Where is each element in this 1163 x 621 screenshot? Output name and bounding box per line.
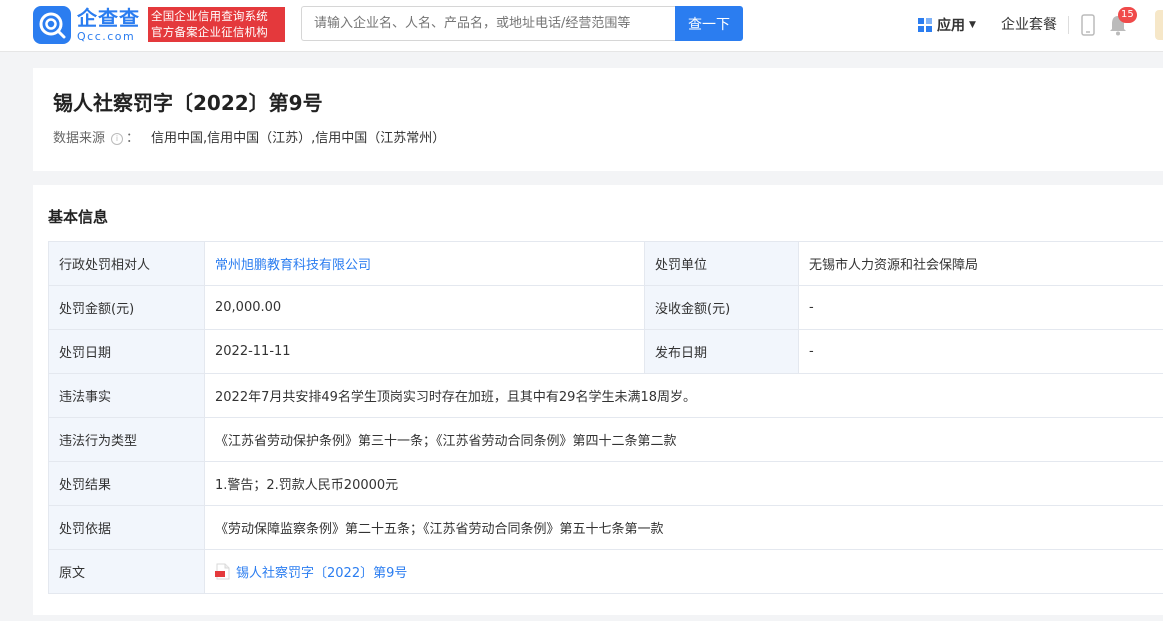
table-row: 处罚依据 《劳动保障监察条例》第二十五条；《江苏省劳动合同条例》第五十七条第一款	[48, 505, 1163, 550]
mobile-phone-icon[interactable]	[1081, 14, 1095, 36]
apps-grid-icon	[918, 18, 932, 32]
value-cell: 2022-11-11	[204, 329, 645, 374]
table-row: 行政处罚相对人 常州旭鹏教育科技有限公司 处罚单位 无锡市人力资源和社会保障局	[48, 241, 1163, 286]
enterprise-suite-link[interactable]: 企业套餐	[1001, 15, 1057, 35]
logo-sub: Qcc.com	[77, 30, 136, 43]
slogan-line-1: 全国企业信用查询系统	[151, 9, 268, 23]
label-cell: 处罚金额(元)	[48, 285, 205, 330]
top-header: 企查查 Qcc.com 全国企业信用查询系统 官方备案企业征信机构 查一下 应用…	[0, 0, 1163, 52]
label-cell: 原文	[48, 549, 205, 594]
table-row: 原文 锡人社察罚字〔2022〕第9号	[48, 549, 1163, 594]
value-cell: 锡人社察罚字〔2022〕第9号	[204, 549, 1163, 594]
label-cell: 处罚日期	[48, 329, 205, 374]
qcc-logo[interactable]: 企查查 Qcc.com	[33, 6, 143, 44]
vip-avatar-edge[interactable]	[1155, 10, 1163, 40]
source-colon: ：	[126, 131, 140, 146]
label-cell: 处罚结果	[48, 461, 205, 506]
label-cell: 发布日期	[644, 329, 799, 374]
value-cell: 无锡市人力资源和社会保障局	[798, 241, 1163, 286]
original-document-link[interactable]: 锡人社察罚字〔2022〕第9号	[236, 566, 407, 581]
section-title: 基本信息	[48, 208, 109, 226]
value-cell: -	[798, 329, 1163, 374]
info-icon[interactable]: i	[111, 133, 124, 145]
value-cell: 常州旭鹏教育科技有限公司	[204, 241, 645, 286]
label-cell: 处罚单位	[644, 241, 799, 286]
table-row: 处罚日期 2022-11-11 发布日期 -	[48, 329, 1163, 374]
basic-info-card: 基本信息 行政处罚相对人 常州旭鹏教育科技有限公司 处罚单位 无锡市人力资源和社…	[33, 185, 1163, 615]
table-row: 处罚金额(元) 20,000.00 没收金额(元) -	[48, 285, 1163, 330]
source-value: 信用中国,信用中国（江苏）,信用中国（江苏常州）	[151, 131, 446, 146]
value-cell: 2022年7月共安排49名学生顶岗实习时存在加班，且其中有29名学生未满18周岁…	[204, 373, 1163, 418]
value-cell: 1.警告；2.罚款人民币20000元	[204, 461, 1163, 506]
apps-label: 应用	[937, 18, 965, 34]
value-cell: 《江苏省劳动保护条例》第三十一条；《江苏省劳动合同条例》第四十二条第二款	[204, 417, 1163, 462]
qcc-logo-icon	[33, 6, 71, 44]
company-link[interactable]: 常州旭鹏教育科技有限公司	[215, 258, 371, 273]
label-cell: 处罚依据	[48, 505, 205, 550]
table-row: 处罚结果 1.警告；2.罚款人民币20000元	[48, 461, 1163, 506]
table-row: 违法事实 2022年7月共安排49名学生顶岗实习时存在加班，且其中有29名学生未…	[48, 373, 1163, 418]
label-cell: 违法事实	[48, 373, 205, 418]
label-cell: 行政处罚相对人	[48, 241, 205, 286]
apps-menu[interactable]: 应用 ▼	[918, 15, 976, 35]
header-divider	[1068, 16, 1069, 34]
source-label: 数据来源	[53, 131, 106, 146]
slogan-line-2: 官方备案企业征信机构	[151, 25, 268, 39]
search-button[interactable]: 查一下	[675, 6, 743, 41]
value-cell: -	[798, 285, 1163, 330]
data-source-row: 数据来源 i ： 信用中国,信用中国（江苏）,信用中国（江苏常州）	[53, 130, 445, 148]
title-card: 锡人社察罚字〔2022〕第9号 数据来源 i ： 信用中国,信用中国（江苏）,信…	[33, 68, 1163, 171]
logo-text: 企查查	[77, 6, 140, 30]
search-input[interactable]	[301, 6, 675, 41]
value-cell: 20,000.00	[204, 285, 645, 330]
label-cell: 没收金额(元)	[644, 285, 799, 330]
pdf-file-icon	[215, 563, 230, 580]
slogan-badge: 全国企业信用查询系统 官方备案企业征信机构	[148, 7, 285, 42]
basic-info-table: 行政处罚相对人 常州旭鹏教育科技有限公司 处罚单位 无锡市人力资源和社会保障局 …	[48, 241, 1163, 594]
table-row: 违法行为类型 《江苏省劳动保护条例》第三十一条；《江苏省劳动合同条例》第四十二条…	[48, 417, 1163, 462]
notification-count-badge: 15	[1118, 7, 1137, 23]
value-cell: 《劳动保障监察条例》第二十五条；《江苏省劳动合同条例》第五十七条第一款	[204, 505, 1163, 550]
label-cell: 违法行为类型	[48, 417, 205, 462]
page-title: 锡人社察罚字〔2022〕第9号	[53, 91, 323, 115]
chevron-down-icon: ▼	[969, 20, 976, 30]
